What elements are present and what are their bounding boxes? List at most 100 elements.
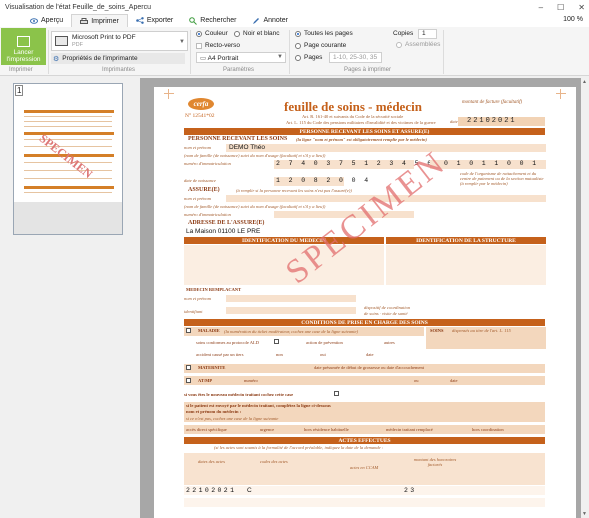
- page-thumbnail[interactable]: 1 SPECIMEN: [13, 83, 123, 235]
- maladie-note: (la numération du ticket modérateur, coc…: [224, 329, 358, 334]
- copies-value: 1: [422, 30, 426, 37]
- cerfa-number: N° 12541*02: [185, 113, 215, 119]
- copies-label: Copies: [393, 30, 414, 37]
- zoom-level[interactable]: 100 %: [563, 16, 583, 23]
- atmp-checkbox[interactable]: [186, 378, 191, 383]
- color-option[interactable]: Couleur: [196, 30, 228, 37]
- actes-note: (si les actes sont soumis à la formalité…: [214, 445, 384, 450]
- tab-label: Exporter: [146, 17, 174, 24]
- structure-box: [386, 245, 546, 285]
- printer-select[interactable]: Microsoft Print to PDF PDF ▼: [51, 31, 188, 51]
- name-box: [226, 144, 546, 152]
- tab-apercu[interactable]: Aperçu: [22, 14, 71, 27]
- printer-sub: PDF: [72, 42, 83, 48]
- close-button[interactable]: ✕: [578, 3, 585, 12]
- label-name: nom et prénom: [184, 296, 211, 301]
- thumb-band: [24, 132, 114, 135]
- label-family-name: (nom de famille (de naissance) suivi du …: [184, 153, 326, 158]
- label-identifiant: identifiant: [184, 309, 203, 314]
- document-viewer[interactable]: cerfa N° 12541*02 feuille de soins - méd…: [140, 78, 589, 518]
- maladie-checkbox[interactable]: [186, 328, 191, 333]
- acces-hors-residence: hors résidence habituelle: [304, 427, 349, 432]
- pages-input[interactable]: 1-10, 25-30, 35: [329, 52, 382, 63]
- label-accident: accident causé par un tiers: [196, 352, 244, 357]
- traitant-checkbox[interactable]: [334, 391, 339, 396]
- current-page-option[interactable]: Page courante: [295, 42, 346, 49]
- bw-option[interactable]: Noir et blanc: [234, 30, 280, 37]
- thumb-line: [24, 170, 112, 171]
- tab-imprimer[interactable]: Imprimer: [71, 14, 128, 27]
- atmp-row: [184, 376, 545, 385]
- section-patient: PERSONNE RECEVANT LES SOINS ET ASSURE(E): [184, 128, 545, 135]
- ald-checkbox[interactable]: [274, 339, 279, 344]
- crop-mark: [164, 89, 174, 99]
- scroll-up-icon[interactable]: ▲: [582, 79, 587, 85]
- birth-value: 1 2 0 8 2 0 0 4: [276, 177, 371, 184]
- collate-label: Assemblées: [405, 41, 441, 48]
- collate-option[interactable]: Assemblées: [396, 41, 440, 48]
- label-birth: date de naissance: [184, 178, 216, 183]
- thumbnail-page-number: 1: [15, 85, 24, 96]
- date-prefix: date: [450, 119, 458, 124]
- acces-direct: accès direct spécifique: [186, 427, 227, 432]
- col-codes: codes des actes: [260, 459, 288, 464]
- radio-icon: [234, 30, 240, 37]
- pen-icon: [253, 17, 260, 24]
- printer-icon: [80, 17, 89, 24]
- label-name: nom et prénom: [184, 196, 211, 201]
- label-family-name: (nom de famille (de naissance) suivi du …: [184, 204, 326, 209]
- chevron-down-icon: ▼: [277, 54, 283, 60]
- tab-label: Annoter: [263, 17, 288, 24]
- tab-label: Imprimer: [91, 17, 119, 25]
- color-label: Couleur: [205, 30, 228, 37]
- tab-exporter[interactable]: Exporter: [128, 14, 181, 27]
- crop-mark: [556, 89, 566, 99]
- thumb-line: [24, 116, 112, 117]
- sub-assure: ASSURE(E): [188, 187, 220, 193]
- label-coord2: de soins · visite de santé: [364, 311, 408, 316]
- label-oui: oui: [320, 352, 326, 357]
- label-date: date: [366, 352, 374, 357]
- paper-select[interactable]: ▭ A4 Portrait ▼: [196, 52, 286, 63]
- printer-properties-button[interactable]: ⚙ Propriétés de l'imprimante: [51, 53, 185, 64]
- thumb-line: [24, 126, 112, 127]
- pages-option[interactable]: Pages: [295, 54, 322, 61]
- radio-icon: [295, 30, 301, 37]
- tab-annoter[interactable]: Annoter: [244, 14, 296, 27]
- vertical-scrollbar[interactable]: ▲ ▼: [581, 78, 589, 518]
- label-immat: numéro d'immatriculation: [184, 161, 231, 166]
- label-envoye: si le patient est envoyé par le médecin …: [186, 403, 331, 408]
- pages-label: Pages: [304, 54, 323, 61]
- group-label-params: Paramètres: [223, 67, 255, 73]
- launch-print-button[interactable]: Lancer l'impression: [1, 28, 46, 65]
- label-nom-medecin: nom et prénom du médecin :: [186, 409, 242, 414]
- all-pages-label: Toutes les pages: [304, 30, 353, 37]
- remplacant-name-box: [226, 295, 356, 302]
- window-controls: – ☐ ✕: [539, 0, 585, 14]
- thumbnail-pane[interactable]: 1 SPECIMEN: [8, 78, 132, 518]
- minimize-button[interactable]: –: [539, 3, 543, 12]
- maximize-button[interactable]: ☐: [557, 3, 564, 12]
- label-prevention: action de prévention: [306, 340, 343, 345]
- maternite-checkbox[interactable]: [186, 365, 191, 370]
- acte-montant: 23: [404, 487, 417, 494]
- document-title: feuille de soins - médecin: [284, 99, 422, 114]
- sub-patient-note: (la ligne "nom et prénom" est obligatoir…: [296, 137, 427, 142]
- duplex-option[interactable]: Recto-verso: [196, 42, 240, 49]
- all-pages-option[interactable]: Toutes les pages: [295, 30, 353, 37]
- separator: [443, 30, 444, 74]
- section-actes: ACTES EFFECTUES: [184, 437, 545, 444]
- share-icon: [136, 17, 144, 24]
- copies-stepper[interactable]: 1: [418, 29, 437, 39]
- label-numero: numéro: [244, 378, 258, 383]
- label-non: non: [276, 352, 283, 357]
- radio-icon: [196, 30, 202, 37]
- document-page: cerfa N° 12541*02 feuille de soins - méd…: [154, 87, 576, 518]
- invoice-amount-label: montant de facture (facultatif): [462, 100, 523, 105]
- group-label-printers: Imprimantes: [102, 67, 136, 73]
- scroll-down-icon[interactable]: ▼: [582, 511, 587, 517]
- window-title: Visualisation de l'état Feuille_de_soins…: [5, 3, 151, 11]
- printer-icon: [55, 36, 68, 46]
- tab-rechercher[interactable]: Rechercher: [181, 14, 244, 27]
- printer-name: Microsoft Print to PDF: [72, 34, 136, 41]
